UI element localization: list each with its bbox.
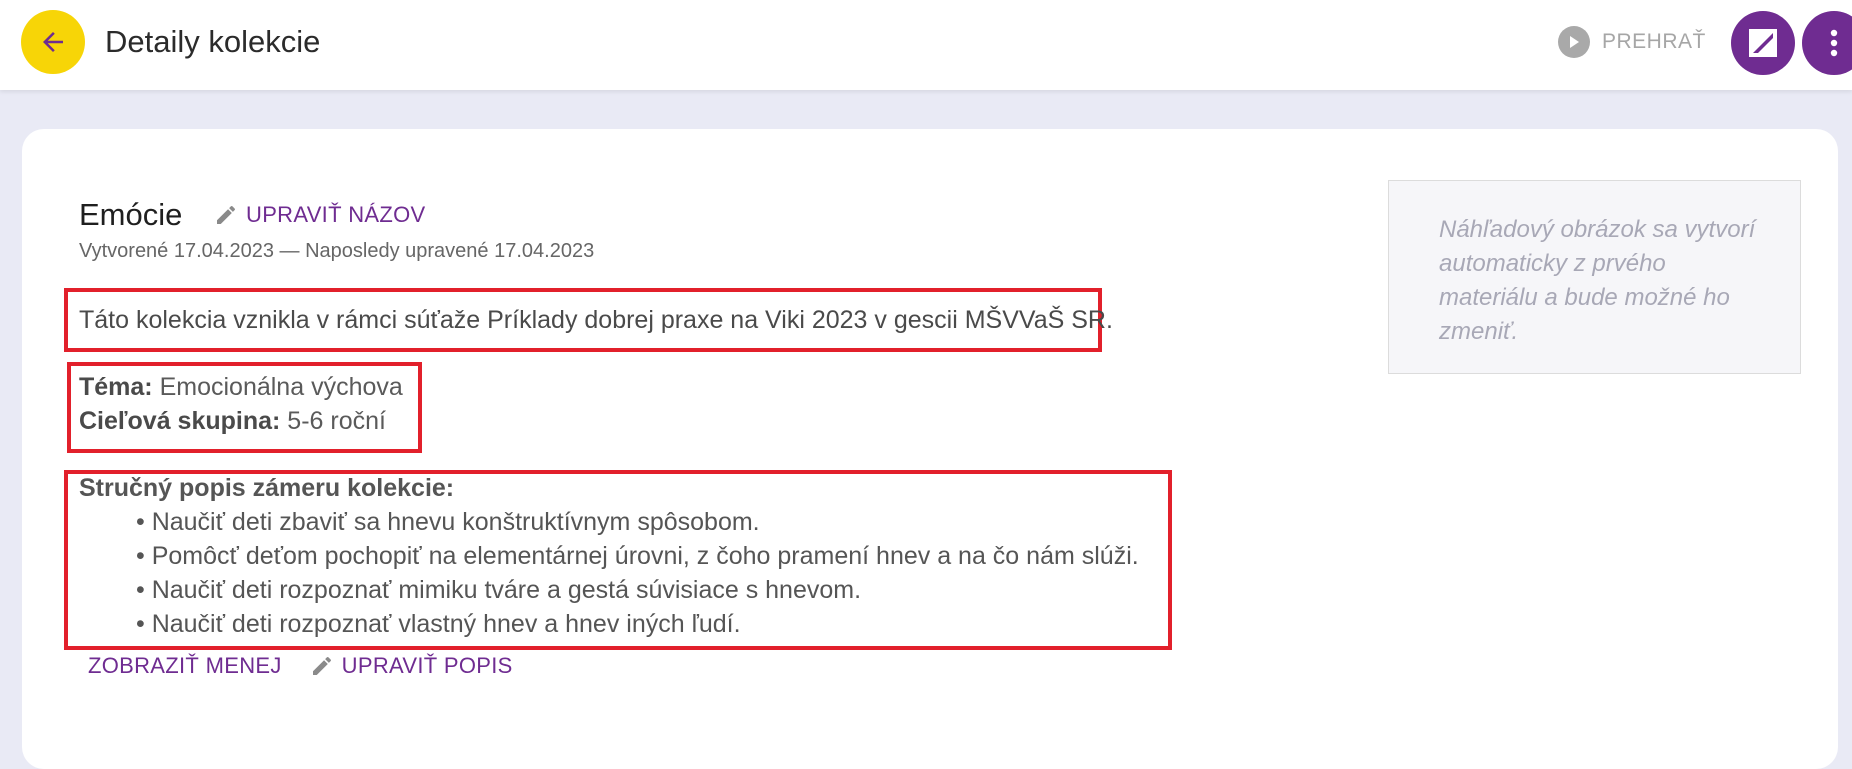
play-label: PREHRAŤ (1602, 30, 1706, 53)
thumbnail-placeholder: Náhľadový obrázok sa vytvorí automaticky… (1388, 180, 1801, 374)
edit-name-label: UPRAVIŤ NÁZOV (246, 202, 426, 227)
topic-label: Téma: (79, 373, 153, 401)
description-actions: ZOBRAZIŤ MENEJ UPRAVIŤ POPIS (88, 650, 513, 682)
collection-name: Emócie (79, 197, 183, 232)
collection-description: Táto kolekcia vznikla v rámci súťaže Prí… (79, 306, 1113, 334)
target-group-line: Cieľová skupina: 5-6 roční (79, 405, 386, 437)
aim-item: • Pomôcť deťom pochopiť na elementárnej … (136, 542, 1139, 570)
pencil-icon (217, 205, 236, 224)
arrow-left-icon (43, 32, 63, 52)
edit-description-button[interactable]: UPRAVIŤ POPIS (310, 653, 513, 679)
edit-name-button[interactable]: UPRAVIŤ NÁZOV (214, 199, 426, 231)
edit-description-label: UPRAVIŤ POPIS (341, 653, 513, 678)
more-options-button[interactable] (1802, 11, 1852, 75)
aim-item: • Naučiť deti rozpoznať vlastný hnev a h… (136, 610, 741, 638)
back-button[interactable] (21, 10, 85, 74)
target-group-label: Cieľová skupina: (79, 407, 281, 435)
board-icon (1749, 29, 1777, 57)
pencil-icon (312, 656, 331, 675)
show-less-label: ZOBRAZIŤ MENEJ (88, 653, 282, 678)
aims-title: Stručný popis zámeru kolekcie: (79, 474, 455, 502)
show-less-button[interactable]: ZOBRAZIŤ MENEJ (88, 653, 282, 679)
more-vertical-icon (1830, 29, 1838, 57)
page-title: Detaily kolekcie (105, 24, 321, 59)
topic-value: Emocionálna výchova (152, 373, 403, 401)
aim-item: • Naučiť deti zbaviť sa hnevu konštruktí… (136, 508, 760, 536)
board-button[interactable] (1731, 11, 1795, 75)
play-icon (1558, 26, 1590, 58)
top-app-bar: Detaily kolekcie PREHRAŤ (0, 0, 1852, 90)
target-group-value: 5-6 roční (280, 407, 386, 435)
thumbnail-text: Náhľadový obrázok sa vytvorí automaticky… (1439, 216, 1756, 345)
collection-meta: Vytvorené 17.04.2023 — Naposledy upraven… (79, 240, 595, 262)
play-button[interactable]: PREHRAŤ (1558, 24, 1706, 60)
aim-item: • Naučiť deti rozpoznať mimiku tváre a g… (136, 576, 862, 604)
topic-line: Téma: Emocionálna výchova (79, 371, 403, 403)
